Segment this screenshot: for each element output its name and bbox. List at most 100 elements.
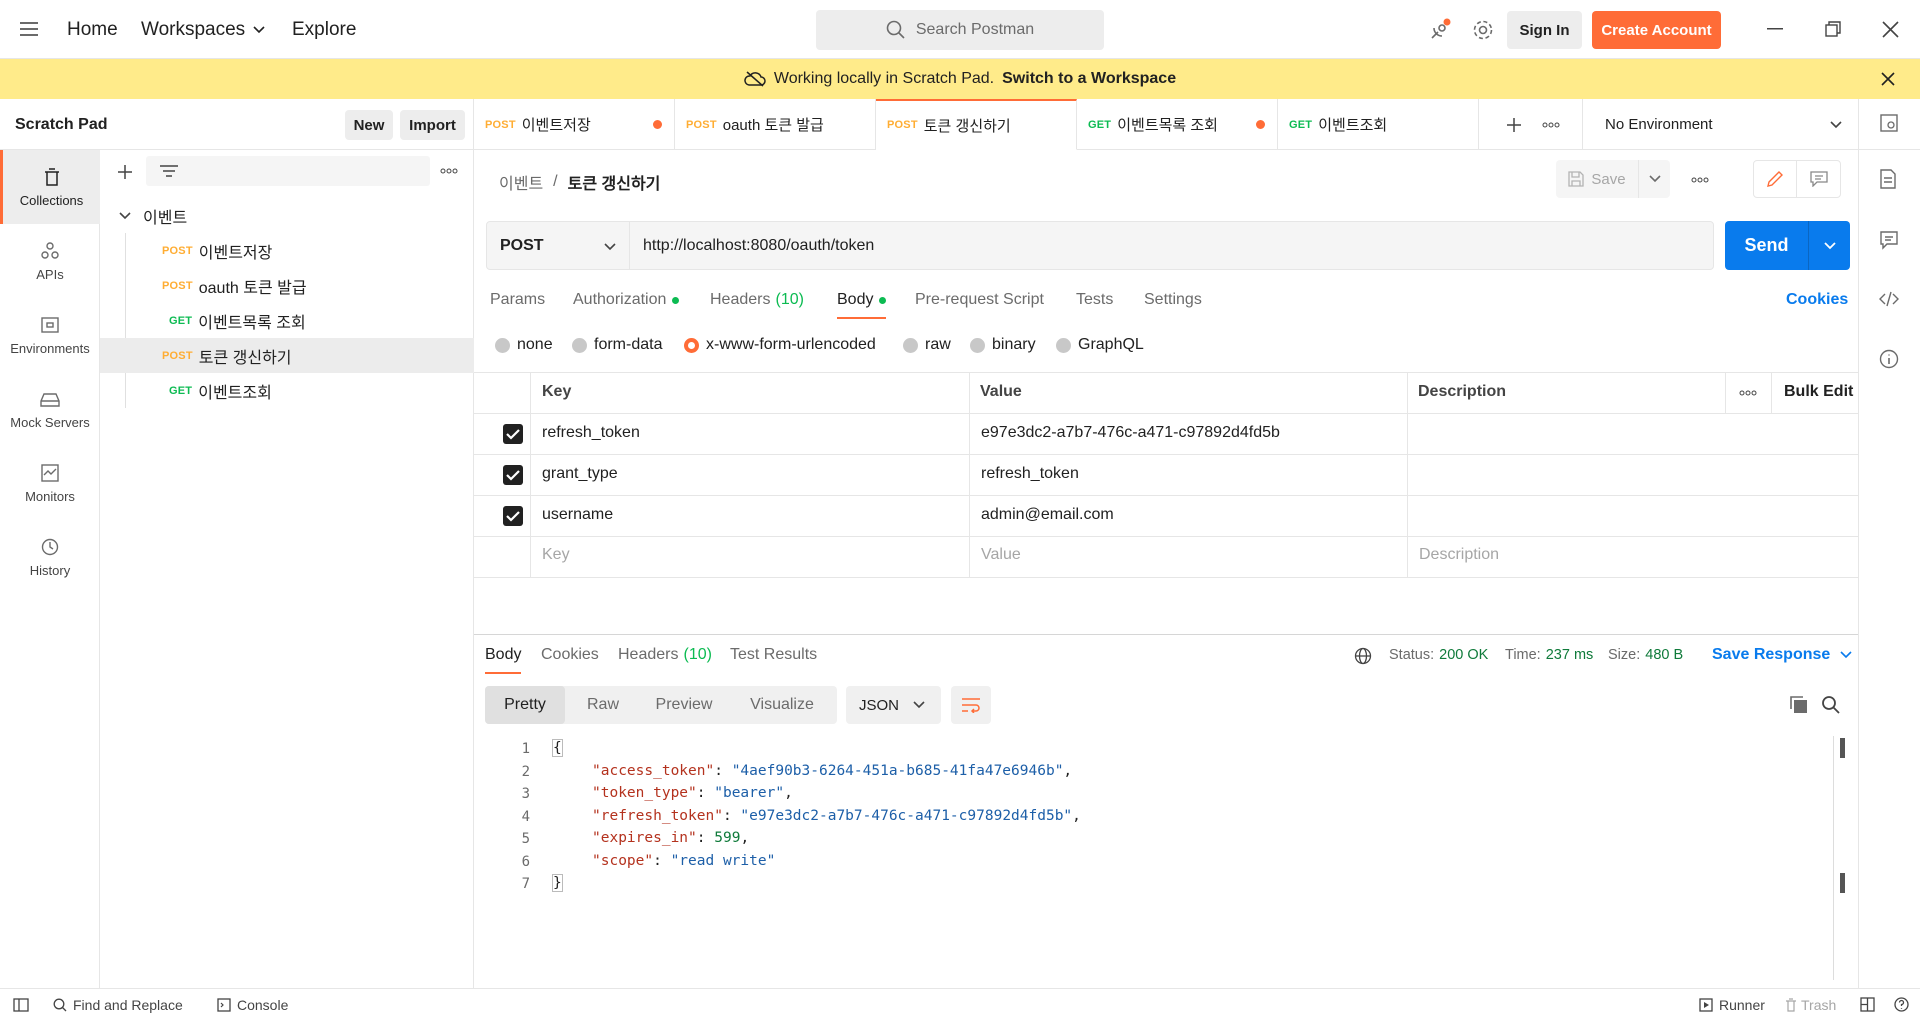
send-button[interactable]: Send: [1725, 221, 1808, 270]
cookies-link[interactable]: Cookies: [1786, 291, 1848, 309]
request-item[interactable]: GET 이벤트목록 조회: [100, 303, 474, 338]
tab-params[interactable]: Params: [490, 291, 545, 309]
documentation-icon[interactable]: [1879, 169, 1897, 189]
rail-collections[interactable]: Collections: [0, 150, 100, 224]
search-response-icon[interactable]: [1821, 695, 1841, 715]
view-pretty[interactable]: Pretty: [485, 686, 565, 724]
new-value-input[interactable]: Value: [981, 546, 1021, 564]
tab-request-active[interactable]: POST 토큰 갱신하기: [876, 99, 1077, 150]
trash-button[interactable]: Trash: [1785, 997, 1836, 1013]
breadcrumb-parent[interactable]: 이벤트: [499, 170, 543, 194]
banner-close-icon[interactable]: [1881, 72, 1895, 86]
tab-authorization[interactable]: Authorization: [573, 291, 680, 309]
tab-request[interactable]: GET 이벤트조회: [1278, 99, 1479, 150]
find-replace-button[interactable]: Find and Replace: [53, 997, 183, 1013]
request-item[interactable]: POST 이벤트저장: [100, 233, 474, 268]
filter-input[interactable]: [146, 156, 430, 186]
minimize-window-icon[interactable]: [1767, 28, 1783, 30]
response-tab-body[interactable]: Body: [485, 646, 522, 674]
request-item[interactable]: POST oauth 토큰 발급: [100, 268, 474, 303]
tab-body[interactable]: Body: [837, 291, 887, 319]
rail-mock-servers[interactable]: Mock Servers: [0, 372, 100, 446]
help-icon[interactable]: [1894, 997, 1909, 1012]
new-key-input[interactable]: Key: [542, 546, 570, 564]
view-preview[interactable]: Preview: [641, 686, 727, 724]
table-more-icon[interactable]: [1739, 390, 1757, 396]
radio-raw[interactable]: raw: [903, 336, 951, 354]
close-window-icon[interactable]: [1882, 21, 1899, 38]
runner-button[interactable]: Runner: [1699, 997, 1765, 1013]
console-button[interactable]: Console: [217, 997, 288, 1013]
scrollbar-thumb[interactable]: [1840, 738, 1845, 758]
new-tab-plus-icon[interactable]: [1506, 117, 1522, 133]
edit-pencil-icon[interactable]: [1754, 161, 1798, 197]
tab-prerequest-script[interactable]: Pre-request Script: [915, 291, 1044, 309]
method-select[interactable]: POST: [487, 222, 630, 269]
collection-folder[interactable]: 이벤트: [100, 198, 474, 233]
request-more-icon[interactable]: [1691, 177, 1709, 183]
url-input[interactable]: http://localhost:8080/oauth/token: [630, 237, 874, 255]
comments-icon[interactable]: [1879, 230, 1899, 250]
response-tab-cookies[interactable]: Cookies: [541, 646, 599, 664]
import-button[interactable]: Import: [400, 110, 465, 140]
code-snippet-icon[interactable]: [1879, 289, 1899, 309]
create-account-button[interactable]: Create Account: [1592, 11, 1721, 49]
format-select[interactable]: JSON: [846, 686, 941, 724]
response-size[interactable]: Size: 480 B: [1608, 647, 1683, 663]
rail-apis[interactable]: APIs: [0, 224, 100, 298]
response-divider[interactable]: [474, 634, 1858, 635]
radio-urlencoded[interactable]: x-www-form-urlencoded: [684, 336, 876, 354]
more-options-icon[interactable]: [440, 168, 458, 174]
satellite-sync-icon[interactable]: [1428, 18, 1452, 42]
nav-workspaces[interactable]: Workspaces: [141, 19, 265, 41]
switch-workspace-link[interactable]: Switch to a Workspace: [1002, 70, 1176, 88]
add-collection-icon[interactable]: [117, 164, 133, 180]
search-input[interactable]: Search Postman: [816, 10, 1104, 50]
view-raw[interactable]: Raw: [565, 686, 641, 724]
tab-tests[interactable]: Tests: [1076, 291, 1113, 309]
globe-icon[interactable]: [1354, 647, 1372, 665]
new-button[interactable]: New: [345, 110, 393, 140]
row-value[interactable]: refresh_token: [981, 465, 1079, 483]
wrap-lines-icon[interactable]: [951, 686, 991, 724]
row-key[interactable]: username: [542, 506, 613, 524]
scrollbar-thumb[interactable]: [1840, 873, 1845, 893]
radio-form-data[interactable]: form-data: [572, 336, 662, 354]
hamburger-menu-icon[interactable]: [20, 21, 38, 37]
tab-request[interactable]: GET 이벤트목록 조회: [1077, 99, 1278, 150]
view-visualize[interactable]: Visualize: [727, 686, 837, 724]
radio-graphql[interactable]: GraphQL: [1056, 336, 1144, 354]
row-value[interactable]: admin@email.com: [981, 506, 1114, 524]
nav-home[interactable]: Home: [67, 19, 118, 41]
request-item[interactable]: GET 이벤트조회: [100, 373, 474, 408]
restore-window-icon[interactable]: [1825, 21, 1841, 37]
response-tab-test-results[interactable]: Test Results: [730, 646, 817, 664]
row-key[interactable]: grant_type: [542, 465, 618, 483]
info-icon[interactable]: [1879, 349, 1899, 369]
row-checkbox[interactable]: [503, 424, 523, 444]
radio-binary[interactable]: binary: [970, 336, 1036, 354]
new-description-input[interactable]: Description: [1419, 546, 1499, 564]
save-response-button[interactable]: Save Response: [1712, 646, 1852, 664]
save-button[interactable]: Save: [1556, 160, 1638, 198]
comment-view-icon[interactable]: [1797, 161, 1840, 197]
send-options-button[interactable]: [1808, 221, 1850, 270]
save-options-button[interactable]: [1638, 160, 1670, 198]
response-status[interactable]: Status: 200 OK: [1389, 647, 1488, 663]
environment-selector[interactable]: No Environment: [1582, 99, 1858, 150]
tab-request[interactable]: POST oauth 토큰 발급: [675, 99, 876, 150]
radio-none[interactable]: none: [495, 336, 553, 354]
sign-in-button[interactable]: Sign In: [1507, 11, 1582, 49]
row-checkbox[interactable]: [503, 465, 523, 485]
row-value[interactable]: e97e3dc2-a7b7-476c-a471-c97892d4fd5b: [981, 424, 1280, 442]
settings-gear-icon[interactable]: [1471, 18, 1495, 42]
rail-history[interactable]: History: [0, 520, 100, 594]
rail-monitors[interactable]: Monitors: [0, 446, 100, 520]
two-pane-layout-icon[interactable]: [1860, 997, 1875, 1012]
response-tab-headers[interactable]: Headers (10): [618, 646, 712, 664]
copy-icon[interactable]: [1789, 695, 1809, 715]
row-key[interactable]: refresh_token: [542, 424, 640, 442]
bulk-edit-button[interactable]: Bulk Edit: [1784, 383, 1853, 401]
rail-environments[interactable]: Environments: [0, 298, 100, 372]
tab-headers[interactable]: Headers (10): [710, 291, 804, 309]
